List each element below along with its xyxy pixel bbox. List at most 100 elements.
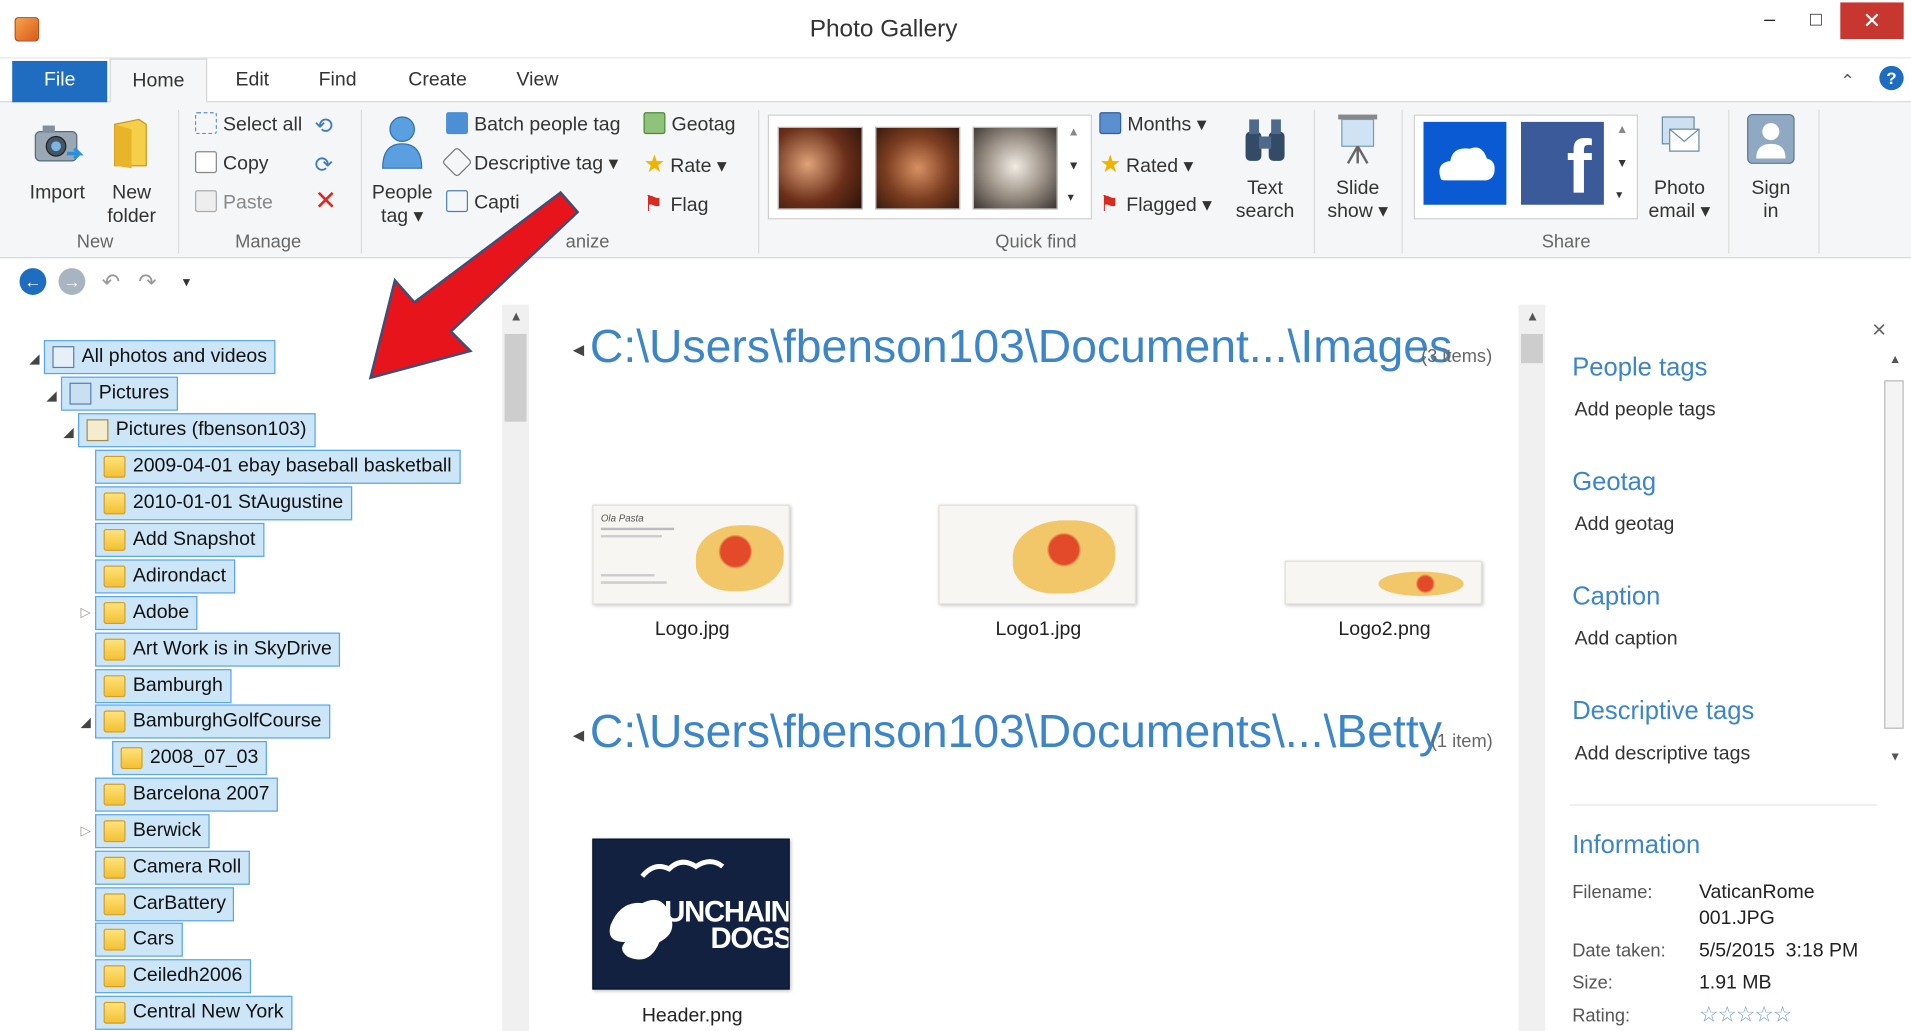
sign-in-button[interactable]: Sign in <box>1736 112 1807 223</box>
thumbnail-logo[interactable]: Ola Pasta <box>592 504 790 605</box>
add-geotag-link[interactable]: Add geotag <box>1575 514 1675 536</box>
tree-node-folder[interactable]: Add Snapshot <box>95 522 264 557</box>
tree-node-folder[interactable]: 2010-01-01 StAugustine <box>95 486 352 521</box>
share-up-icon[interactable]: ▲ <box>1616 117 1628 144</box>
main-scrollbar[interactable]: ▲ <box>1518 304 1546 1031</box>
rotate-right-icon[interactable]: ⟳ <box>314 151 332 178</box>
tree-node-folder[interactable]: 2008_07_03 <box>112 741 267 776</box>
add-caption-link[interactable]: Add caption <box>1575 629 1678 651</box>
undo-icon[interactable]: ↶ <box>98 268 125 295</box>
tree-node-pictures-fbenson103[interactable]: Pictures (fbenson103) <box>78 413 316 448</box>
tree-node-folder[interactable]: Art Work is in SkyDrive <box>95 632 341 667</box>
batch-people-tag-button[interactable]: Batch people tag <box>446 112 620 139</box>
tree-node-pictures[interactable]: Pictures <box>60 376 178 411</box>
tab-find[interactable]: Find <box>307 59 368 103</box>
forward-arrow-icon[interactable]: → <box>58 268 86 295</box>
expand-icon[interactable]: ▷ <box>80 823 90 839</box>
copy-button[interactable]: Copy <box>195 151 269 178</box>
tab-view[interactable]: View <box>505 59 571 103</box>
back-arrow-icon[interactable]: ← <box>19 268 47 295</box>
tree-node-folder[interactable]: Adirondact <box>95 559 235 594</box>
thumbnail-logo2[interactable] <box>1284 560 1482 605</box>
scroll-up-icon[interactable]: ▲ <box>1889 353 1901 366</box>
text-search-button[interactable]: Text search <box>1229 115 1302 223</box>
tree-node-folder[interactable]: Central New York <box>95 995 293 1030</box>
rotate-left-icon[interactable]: ⟲ <box>314 112 332 139</box>
onedrive-icon[interactable] <box>1423 121 1507 205</box>
tree-node-folder[interactable]: Adobe <box>95 595 198 631</box>
rating-stars[interactable]: ☆☆☆☆☆ <box>1699 1002 1792 1028</box>
slide-show-button[interactable]: Slide show ▾ <box>1319 112 1397 223</box>
people-thumbnail[interactable] <box>875 126 961 210</box>
tab-file[interactable]: File <box>12 60 108 103</box>
flag-button[interactable]: ⚑ Flag <box>644 190 709 217</box>
tab-edit[interactable]: Edit <box>222 59 283 103</box>
gallery-down-icon[interactable]: ▼ <box>1068 154 1080 181</box>
group-collapse-icon[interactable]: ◀ <box>573 726 584 743</box>
tree-node-folder[interactable]: Cars <box>95 922 183 957</box>
paste-button[interactable]: Paste <box>195 190 273 217</box>
months-button[interactable]: Months ▾ <box>1099 112 1207 139</box>
tree-node-folder[interactable]: Ceiledh2006 <box>95 959 251 994</box>
tree-node-folder[interactable]: Camera Roll <box>95 850 250 885</box>
people-thumbnail[interactable] <box>972 126 1058 210</box>
descriptive-tags-heading: Descriptive tags <box>1572 697 1755 726</box>
rate-button[interactable]: ★ Rate ▾ <box>644 151 727 178</box>
tree-node-folder[interactable]: BamburghGolfCourse <box>95 704 330 739</box>
thumbnail-header[interactable]: UNCHAIN DOGS <box>592 838 790 990</box>
help-icon[interactable]: ? <box>1879 65 1904 91</box>
scrollbar-thumb[interactable] <box>1521 333 1543 364</box>
customize-toolbar-icon[interactable]: ▾ <box>173 268 200 295</box>
thumbnail-logo1[interactable] <box>938 504 1136 605</box>
tree-node-folder[interactable]: Bamburgh <box>95 669 232 704</box>
tab-create[interactable]: Create <box>400 59 476 103</box>
pane-scrollbar[interactable]: ▲ ▼ <box>1882 353 1904 767</box>
tree-node-all-photos[interactable]: All photos and videos <box>43 340 276 375</box>
expand-icon[interactable]: ▷ <box>80 605 90 621</box>
new-folder-button[interactable]: New folder <box>98 117 166 228</box>
tree-scrollbar[interactable]: ▲ <box>502 304 529 1031</box>
tab-home[interactable]: Home <box>109 58 208 104</box>
scroll-down-icon[interactable]: ▼ <box>1889 751 1901 764</box>
scroll-up-icon[interactable]: ▲ <box>1526 310 1539 325</box>
chevron-up-icon[interactable]: ⌃ <box>1840 71 1854 92</box>
batch-people-tag-label: Batch people tag <box>474 114 621 136</box>
flagged-button[interactable]: ⚑ Flagged ▾ <box>1099 190 1212 217</box>
tree-node-label: Central New York <box>132 1001 284 1023</box>
ribbon-separator <box>1313 109 1316 254</box>
rated-button[interactable]: ★ Rated ▾ <box>1099 151 1193 178</box>
gallery-up-icon[interactable]: ▲ <box>1068 119 1080 146</box>
paste-label: Paste <box>223 192 273 214</box>
close-button[interactable]: ✕ <box>1840 2 1904 39</box>
scrollbar-thumb[interactable] <box>1884 380 1904 729</box>
tree-node-label: 2008_07_03 <box>149 747 259 768</box>
collapse-icon[interactable]: ◢ <box>46 388 56 404</box>
tree-node-folder[interactable]: CarBattery <box>95 887 235 922</box>
close-pane-icon[interactable]: × <box>1872 317 1886 345</box>
collapse-icon[interactable]: ◢ <box>63 424 73 440</box>
tree-node-folder[interactable]: 2009-04-01 ebay baseball basketball <box>95 449 461 484</box>
import-button[interactable]: Import <box>17 117 97 205</box>
collapse-icon[interactable]: ◢ <box>80 714 90 730</box>
delete-icon[interactable]: ✕ <box>314 187 336 215</box>
select-all-button[interactable]: Select all <box>195 112 302 139</box>
tree-node-folder[interactable]: Berwick <box>95 814 210 849</box>
facebook-icon[interactable]: f <box>1521 121 1604 210</box>
share-down-icon[interactable]: ▼ <box>1616 151 1628 178</box>
tree-node-label: Add Snapshot <box>132 528 256 550</box>
tree-node-folder[interactable]: Barcelona 2007 <box>95 777 278 812</box>
add-descriptive-tags-link[interactable]: Add descriptive tags <box>1575 743 1751 765</box>
share-more-icon[interactable]: ▾ <box>1616 183 1622 210</box>
group-header-path[interactable]: C:\Users\fbenson103\Documents\...\Betty <box>590 707 1442 759</box>
geotag-button[interactable]: Geotag <box>643 112 735 139</box>
gallery-more-icon[interactable]: ▾ <box>1068 185 1074 212</box>
add-people-tags-link[interactable]: Add people tags <box>1575 400 1716 422</box>
maximize-button[interactable]: □ <box>1789 2 1843 39</box>
photo-email-button[interactable]: Photo email ▾ <box>1640 112 1718 223</box>
slide-show-label-1: Slide <box>1335 177 1380 199</box>
group-header-path[interactable]: C:\Users\fbenson103\Document...\Images <box>590 322 1452 374</box>
descriptive-tag-button[interactable]: Descriptive tag ▾ <box>441 146 618 178</box>
collapse-icon[interactable]: ◢ <box>29 351 39 367</box>
redo-icon[interactable]: ↷ <box>134 268 161 295</box>
people-thumbnail[interactable] <box>777 126 863 210</box>
